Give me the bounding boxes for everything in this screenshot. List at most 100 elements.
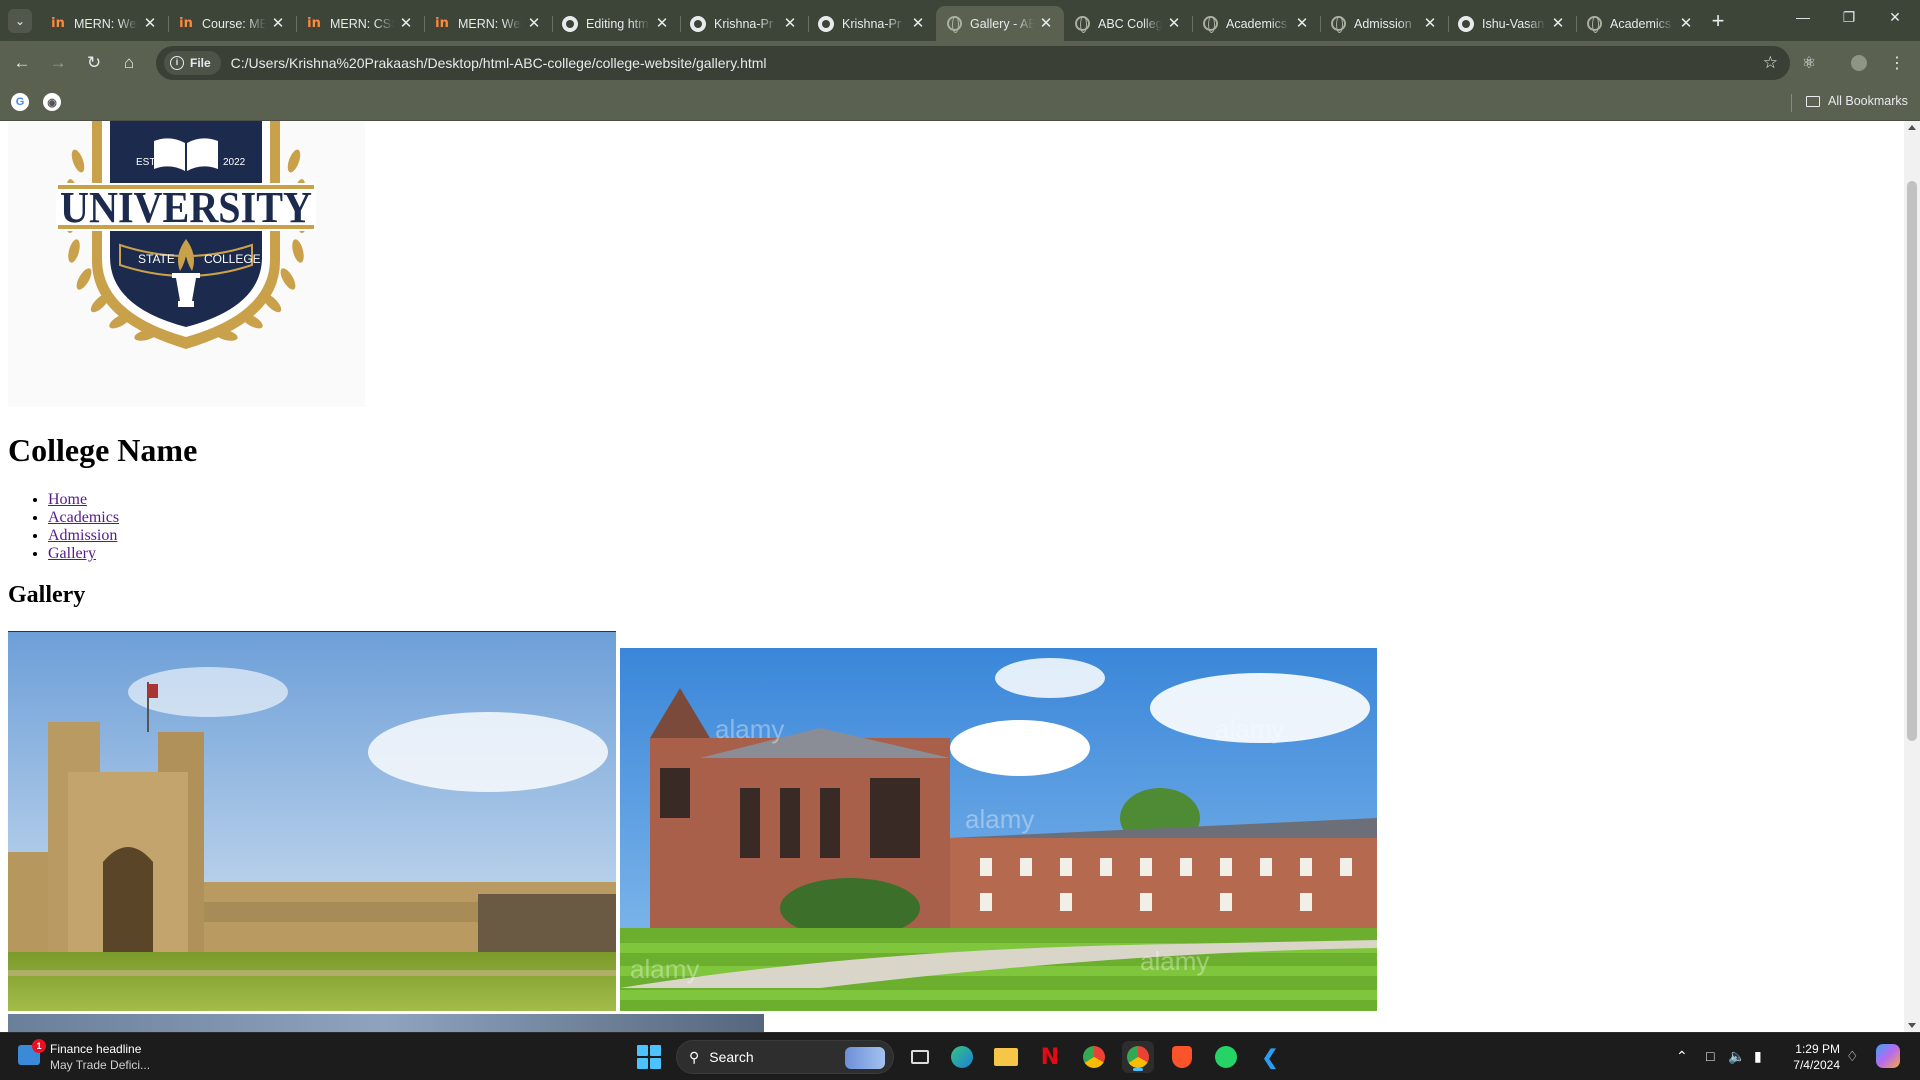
notification-bell-icon[interactable]: ♢ <box>1846 1048 1859 1065</box>
close-icon[interactable]: ✕ <box>398 15 414 32</box>
all-bookmarks-button[interactable]: All Bookmarks <box>1806 94 1908 108</box>
menu-dots-icon[interactable]: ⋮ <box>1884 50 1910 76</box>
task-view-icon[interactable] <box>904 1041 936 1073</box>
info-icon: i <box>170 56 184 70</box>
browser-tab[interactable]: Academics ✕ <box>1192 6 1320 41</box>
browser-tab[interactable]: Academics ✕ <box>1576 6 1704 41</box>
close-icon[interactable]: ✕ <box>1550 15 1566 32</box>
system-clock[interactable]: 1:29 PM 7/4/2024 <box>1766 1041 1840 1073</box>
tab-title: Academics <box>1226 16 1288 31</box>
windows-start-icon[interactable] <box>637 1045 661 1069</box>
browser-toolbar: ← → ↻ ⌂ i File C:/Users/Krishna%20Prakaa… <box>0 41 1920 85</box>
search-icon: ⚲ <box>689 1048 700 1065</box>
internshala-icon: in <box>307 16 321 31</box>
vscode-icon[interactable]: ❮ <box>1254 1041 1286 1073</box>
browser-tab[interactable]: Krishna-Pr ✕ <box>808 6 936 41</box>
nav-link-academics[interactable]: Academics <box>48 509 119 526</box>
star-icon[interactable]: ☆ <box>1763 53 1778 73</box>
close-icon[interactable]: ✕ <box>1678 15 1694 32</box>
reload-icon: ↻ <box>86 53 102 72</box>
chevron-up-icon[interactable]: ⌃ <box>1676 1048 1688 1065</box>
github-icon <box>818 15 834 32</box>
browser-tab[interactable]: ABC College ✕ <box>1064 6 1192 41</box>
close-icon[interactable]: ✕ <box>910 15 926 32</box>
globe-icon[interactable]: ◉ <box>43 93 61 111</box>
page-scrollbar[interactable] <box>1904 121 1920 1032</box>
github-icon <box>690 15 706 32</box>
gallery-image-partial <box>8 1014 764 1032</box>
news-title: Finance headline <box>50 1042 142 1056</box>
tab-title: Ishu-Vasan <box>1482 16 1545 31</box>
github-icon <box>1458 15 1474 32</box>
nav-link-home[interactable]: Home <box>48 491 87 508</box>
github-icon <box>562 15 578 32</box>
browser-tab[interactable]: in MERN: Web ✕ <box>40 6 168 41</box>
close-icon[interactable]: ✕ <box>654 15 670 32</box>
scroll-up-icon[interactable] <box>1908 125 1916 130</box>
tab-title: Gallery - ABC <box>970 16 1034 31</box>
profile-avatar[interactable] <box>1846 50 1872 76</box>
battery-icon[interactable]: ▮ <box>1754 1048 1762 1065</box>
close-icon[interactable]: ✕ <box>1294 15 1310 32</box>
google-icon[interactable]: G <box>11 93 29 111</box>
close-icon[interactable]: ✕ <box>782 15 798 32</box>
reload-button[interactable]: ↻ <box>80 49 108 77</box>
tab-title: Academics <box>1610 16 1672 31</box>
internshala-icon: in <box>179 16 193 31</box>
scroll-down-icon[interactable] <box>1908 1023 1916 1028</box>
close-icon[interactable]: ✕ <box>526 15 542 32</box>
chevron-down-icon: ⌄ <box>14 14 26 28</box>
chrome-icon[interactable] <box>1078 1041 1110 1073</box>
close-icon[interactable]: ✕ <box>1422 15 1438 32</box>
copilot-icon[interactable] <box>1876 1044 1900 1068</box>
chrome-active-icon[interactable] <box>1122 1041 1154 1073</box>
tab-title: ABC College <box>1098 16 1162 31</box>
close-window-button[interactable]: ✕ <box>1872 0 1918 34</box>
new-tab-button[interactable]: + <box>1704 8 1732 36</box>
file-explorer-icon[interactable] <box>990 1041 1022 1073</box>
site-info-chip[interactable]: i File <box>164 51 221 75</box>
close-icon[interactable]: ✕ <box>142 15 158 32</box>
taskbar-search[interactable]: ⚲ Search <box>676 1040 894 1074</box>
browser-tab[interactable]: Admission ✕ <box>1320 6 1448 41</box>
browser-tab[interactable]: Editing html ✕ <box>552 6 680 41</box>
browser-tab[interactable]: Ishu-Vasan ✕ <box>1448 6 1576 41</box>
edge-icon[interactable] <box>946 1041 978 1073</box>
logo-year: 2022 <box>223 157 246 168</box>
home-button[interactable]: ⌂ <box>115 49 143 77</box>
volume-muted-icon[interactable]: 🔈 <box>1728 1048 1745 1065</box>
restore-button[interactable]: ❐ <box>1826 0 1872 34</box>
back-button[interactable]: ← <box>8 49 36 77</box>
extensions-icon[interactable]: ⚛ <box>1796 50 1822 76</box>
scrollbar-thumb[interactable] <box>1907 181 1917 741</box>
news-widget[interactable]: Finance headline May Trade Defici... <box>50 1041 150 1073</box>
watermark-text: alamy <box>1140 946 1209 976</box>
watermark-text: alamy <box>1215 714 1284 744</box>
nav-item-academics: Academics <box>48 509 119 527</box>
logo-ribbon-left: STATE <box>138 252 175 266</box>
clock-date: 7/4/2024 <box>1793 1058 1840 1072</box>
url-text[interactable]: C:/Users/Krishna%20Prakaash/Desktop/html… <box>231 55 767 71</box>
tab-search-button[interactable]: ⌄ <box>8 9 32 33</box>
whatsapp-icon[interactable] <box>1210 1041 1242 1073</box>
brave-icon[interactable] <box>1166 1041 1198 1073</box>
forward-button[interactable]: → <box>44 49 72 77</box>
close-icon[interactable]: ✕ <box>1038 15 1054 32</box>
all-bookmarks-label: All Bookmarks <box>1828 94 1908 108</box>
minimize-button[interactable]: — <box>1780 0 1826 34</box>
netflix-icon[interactable]: N <box>1034 1041 1066 1073</box>
browser-tab-active[interactable]: Gallery - ABC ✕ <box>936 6 1064 41</box>
nav-link-admission[interactable]: Admission <box>48 527 117 544</box>
university-crest: ESTD. 2022 UNIVERSITY STATE COLLEGE <box>56 121 316 349</box>
browser-tab[interactable]: in MERN: Web ✕ <box>424 6 552 41</box>
close-icon[interactable]: ✕ <box>270 15 286 32</box>
browser-tab[interactable]: in Course: MERN ✕ <box>168 6 296 41</box>
nav-item-home: Home <box>48 491 119 509</box>
network-icon[interactable]: □ <box>1706 1048 1714 1064</box>
gallery-image-keble-college: alamy alamy alamy alamy alamy <box>620 648 1377 1011</box>
nav-link-gallery[interactable]: Gallery <box>48 545 96 562</box>
browser-tab[interactable]: Krishna-Pr ✕ <box>680 6 808 41</box>
close-icon[interactable]: ✕ <box>1166 15 1182 32</box>
browser-tab[interactable]: in MERN: CSS ✕ <box>296 6 424 41</box>
address-bar[interactable]: i File C:/Users/Krishna%20Prakaash/Deskt… <box>156 46 1790 80</box>
